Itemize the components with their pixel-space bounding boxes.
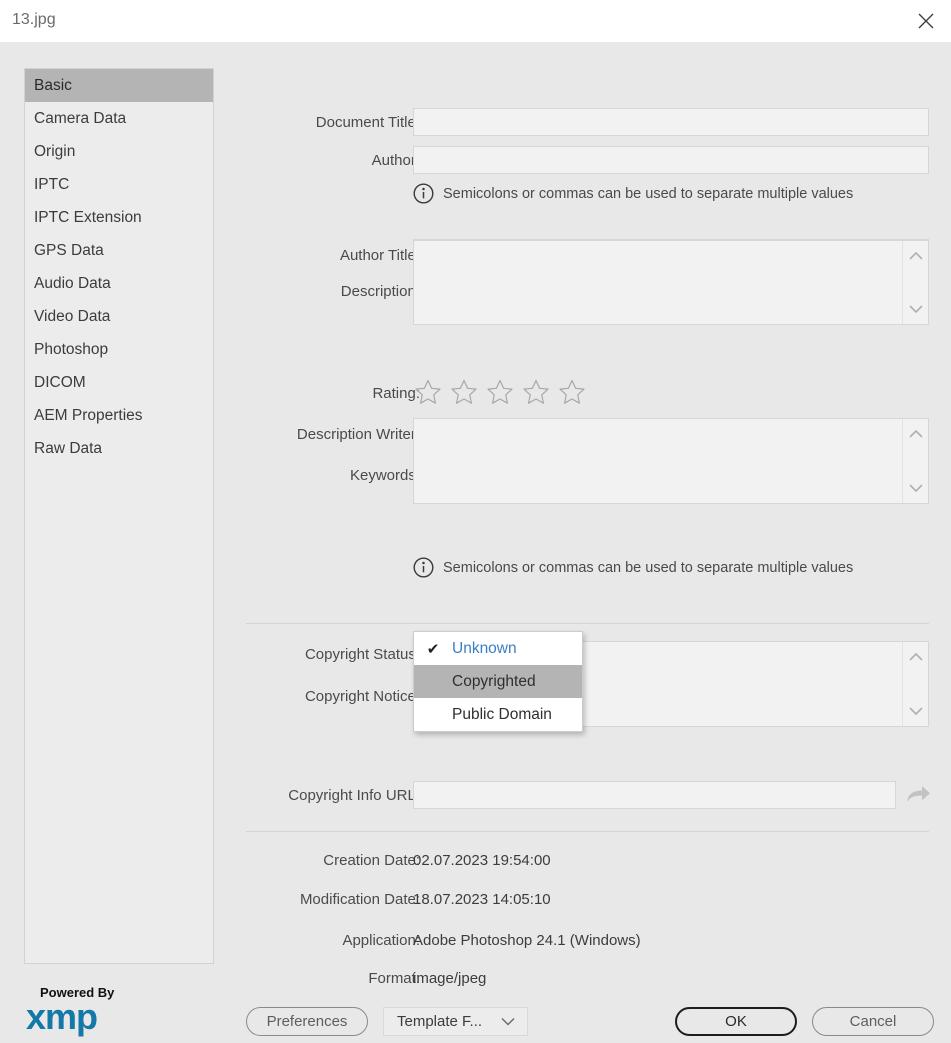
sidebar-item-label: Origin <box>34 143 76 160</box>
xmp-logo: Powered By xmp <box>26 986 146 1037</box>
scroll-up-icon[interactable] <box>908 425 923 442</box>
sidebar-item-video-data[interactable]: Video Data <box>25 300 213 333</box>
copyright-status-option-public-domain[interactable]: Public Domain <box>414 698 582 731</box>
sidebar-item-label: Basic <box>34 77 72 94</box>
sidebar-item-audio-data[interactable]: Audio Data <box>25 267 213 300</box>
creation-date-value: 02.07.2023 19:54:00 <box>413 852 551 869</box>
info-icon <box>413 183 434 204</box>
preferences-button[interactable]: Preferences <box>246 1007 368 1036</box>
keywords-textarea[interactable] <box>413 418 929 504</box>
copyright-status-option-copyrighted[interactable]: Copyrighted <box>414 665 582 698</box>
sidebar-item-label: DICOM <box>34 374 86 391</box>
description-textarea[interactable] <box>413 240 929 325</box>
format-value: image/jpeg <box>413 970 487 987</box>
cancel-button-label: Cancel <box>849 1013 897 1030</box>
sidebar-item-label: AEM Properties <box>34 407 143 424</box>
rating-star-3[interactable] <box>487 379 513 405</box>
arrow-glyph <box>907 786 930 802</box>
keywords-hint: Semicolons or commas can be used to sepa… <box>413 557 853 578</box>
copyright-status-option-label: Copyrighted <box>452 672 536 690</box>
sidebar-item-gps-data[interactable]: GPS Data <box>25 234 213 267</box>
application-label: Application: <box>342 932 420 949</box>
sidebar-item-camera-data[interactable]: Camera Data <box>25 102 213 135</box>
basic-panel-form: Document Title: Author: Semicolons or co… <box>214 42 951 1043</box>
modification-date-value: 18.07.2023 14:05:10 <box>413 891 551 908</box>
window-title-bar: 13.jpg <box>0 0 951 42</box>
author-hint-text: Semicolons or commas can be used to sepa… <box>443 185 854 202</box>
cancel-button[interactable]: Cancel <box>812 1007 934 1036</box>
scroll-down-icon[interactable] <box>908 301 923 318</box>
sidebar-item-dicom[interactable]: DICOM <box>25 366 213 399</box>
copyright-url-label: Copyright Info URL: <box>288 787 420 804</box>
sidebar-item-iptc[interactable]: IPTC <box>25 168 213 201</box>
keywords-scrollbar[interactable] <box>902 419 928 503</box>
rating-star-1[interactable] <box>415 379 441 405</box>
ok-button-label: OK <box>725 1013 747 1030</box>
metadata-dialog: Basic Camera Data Origin IPTC IPTC Extension… <box>0 42 951 1043</box>
close-glyph <box>918 13 934 29</box>
template-dropdown-label: Template F... <box>397 1013 483 1030</box>
sidebar-item-label: GPS Data <box>34 242 104 259</box>
copyright-notice-label: Copyright Notice: <box>304 688 420 705</box>
modification-date-label: Modification Date: <box>299 891 420 908</box>
rating-label: Rating: <box>372 385 420 402</box>
checkmark-icon: ✔ <box>426 640 440 658</box>
separator-metadata <box>246 831 929 832</box>
window-title: 13.jpg <box>12 11 56 28</box>
sidebar-item-label: IPTC <box>34 176 70 193</box>
sidebar-item-label: Camera Data <box>34 110 127 127</box>
chevron-down-icon <box>501 1013 515 1030</box>
copyright-status-dropdown-menu[interactable]: ✔ Unknown Copyrighted Public Domain <box>413 631 583 732</box>
copyright-status-option-label: Unknown <box>452 639 517 657</box>
go-to-link-arrow-icon[interactable] <box>905 784 931 810</box>
author-title-label: Author Title: <box>339 247 420 264</box>
sidebar-item-raw-data[interactable]: Raw Data <box>25 432 213 465</box>
template-dropdown-button[interactable]: Template F... <box>383 1007 528 1036</box>
sidebar-item-photoshop[interactable]: Photoshop <box>25 333 213 366</box>
rating-star-2[interactable] <box>451 379 477 405</box>
sidebar-item-label: IPTC Extension <box>34 209 142 226</box>
category-sidebar[interactable]: Basic Camera Data Origin IPTC IPTC Extension… <box>24 68 214 964</box>
close-icon[interactable] <box>903 0 949 42</box>
rating-star-4[interactable] <box>523 379 549 405</box>
author-input[interactable] <box>413 146 929 174</box>
sidebar-item-basic[interactable]: Basic <box>25 69 213 102</box>
copyright-url-input[interactable] <box>413 781 896 809</box>
keywords-label: Keywords: <box>349 467 420 484</box>
scroll-down-icon[interactable] <box>908 703 923 720</box>
document-title-input[interactable] <box>413 108 929 136</box>
sidebar-item-label: Audio Data <box>34 275 111 292</box>
scroll-up-icon[interactable] <box>908 648 923 665</box>
copyright-status-option-unknown[interactable]: ✔ Unknown <box>414 632 582 665</box>
copyright-status-option-label: Public Domain <box>452 705 552 723</box>
scroll-down-icon[interactable] <box>908 480 923 497</box>
author-hint: Semicolons or commas can be used to sepa… <box>413 183 853 204</box>
description-scrollbar[interactable] <box>902 241 928 324</box>
sidebar-item-label: Photoshop <box>34 341 109 358</box>
document-title-label: Document Title: <box>315 114 420 131</box>
xmp-wordmark: xmp <box>26 996 98 1037</box>
sidebar-item-iptc-extension[interactable]: IPTC Extension <box>25 201 213 234</box>
preferences-button-label: Preferences <box>266 1013 348 1030</box>
scroll-up-icon[interactable] <box>908 247 923 264</box>
ok-button[interactable]: OK <box>675 1007 797 1036</box>
sidebar-item-aem-properties[interactable]: AEM Properties <box>25 399 213 432</box>
rating-star-5[interactable] <box>559 379 585 405</box>
description-label: Description: <box>340 283 420 300</box>
sidebar-item-label: Raw Data <box>34 440 103 457</box>
creation-date-label: Creation Date: <box>323 852 420 869</box>
separator-copyright <box>246 623 929 624</box>
description-writer-label: Description Writer: <box>296 426 420 443</box>
application-value: Adobe Photoshop 24.1 (Windows) <box>413 932 641 949</box>
keywords-hint-text: Semicolons or commas can be used to sepa… <box>443 559 854 576</box>
copyright-status-label: Copyright Status: <box>304 646 420 663</box>
rating-stars[interactable] <box>415 379 585 405</box>
sidebar-item-origin[interactable]: Origin <box>25 135 213 168</box>
copyright-notice-scrollbar[interactable] <box>902 642 928 726</box>
info-icon <box>413 557 434 578</box>
sidebar-item-label: Video Data <box>34 308 111 325</box>
